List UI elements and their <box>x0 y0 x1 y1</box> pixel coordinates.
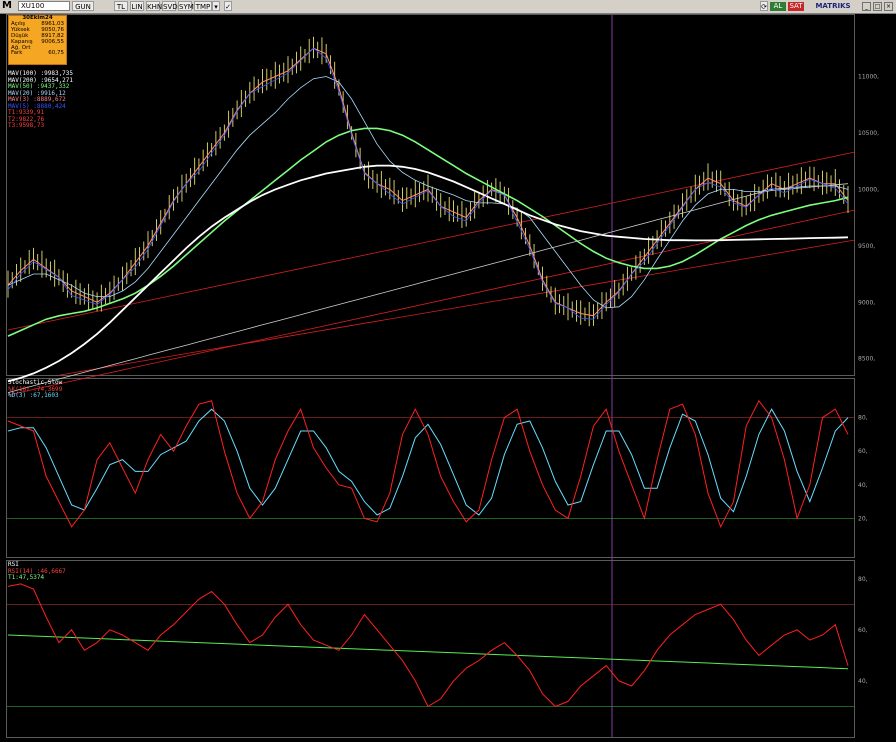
mav200-line <box>7 183 849 393</box>
rsi-line <box>7 583 849 708</box>
rsi-legend: RSI RSI(14) :46,6667 T1:47,5374 <box>8 561 66 582</box>
ohlc-info-box: 30Ekim24 Açılış 8961,03 Yüksek 9050,76 Düş… <box>8 15 67 65</box>
price-tick-label: 9500, <box>858 243 875 250</box>
stoch-tick-label: 80, <box>858 415 868 422</box>
price-tick-label: 10500, <box>858 130 879 137</box>
legend-t3: T3:9598,73 <box>8 122 45 129</box>
rsi-tick-label: 40, <box>858 678 868 685</box>
info-row: Fark 60,75 <box>11 50 64 57</box>
price-tick-label: 11000, <box>858 73 879 80</box>
rsi-trend-label: T1:47,5374 <box>8 574 45 581</box>
rsi-tick-label: 60, <box>858 627 868 634</box>
stoch-legend: Stochastic,Slow %K(10) :74,3699 %D(3) :6… <box>8 379 62 400</box>
price-tick-label: 10000, <box>858 186 879 193</box>
stoch-k-line <box>7 399 849 529</box>
price-tick-label: 9000, <box>858 299 875 306</box>
chart-window: M XU100 GUN TL LIN KHN SVD SYM TMP ▾ ✓ ⟳… <box>0 0 896 742</box>
stoch-tick-label: 40, <box>858 482 868 489</box>
stoch-tick-label: 60, <box>858 448 868 455</box>
stoch-d-label: %D(3) :67,1603 <box>8 392 59 399</box>
price-legend: MAV(100) :9983,735 MAV(200) :9654,271 MA… <box>8 70 73 130</box>
mav50-line <box>7 127 849 337</box>
price-tick-label: 8500, <box>858 356 875 363</box>
stoch-tick-label: 20, <box>858 515 868 522</box>
rsi-trend-line <box>7 634 849 670</box>
rsi-tick-label: 80, <box>858 576 868 583</box>
trend-line-2 <box>7 209 856 396</box>
chart-canvas: 8500, 9000, 9500, 10000, 10500, 11000, 20, 40, 6… <box>7 14 879 738</box>
trend-line-1 <box>7 151 856 331</box>
stoch-d-line <box>7 408 849 516</box>
